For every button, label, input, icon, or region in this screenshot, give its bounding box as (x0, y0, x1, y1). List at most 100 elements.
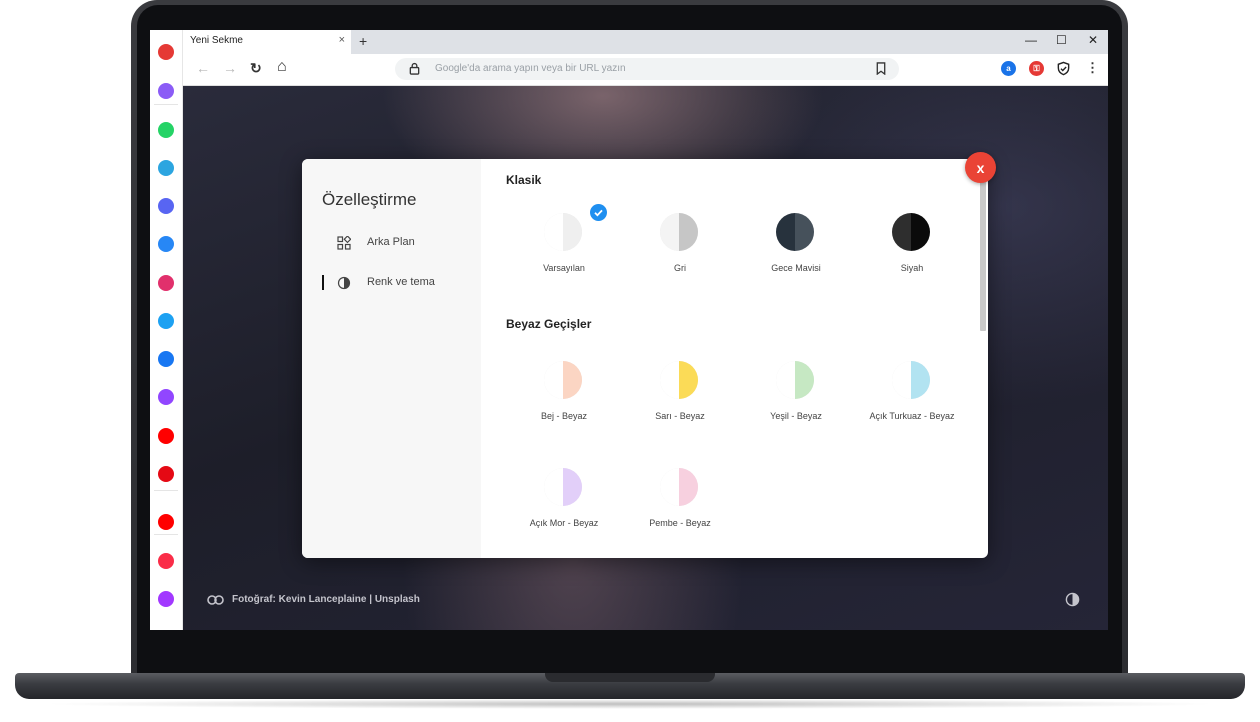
swatch-right-half (911, 361, 930, 399)
swatch-right-half (563, 361, 582, 399)
theme-swatch (776, 361, 814, 399)
theme-option-label: Yeşil - Beyaz (770, 411, 822, 421)
instagram-icon[interactable] (158, 275, 174, 291)
theme-option[interactable]: Varsayılan (506, 204, 622, 283)
twitter-icon[interactable] (158, 313, 174, 329)
theme-option-label: Sarı - Beyaz (655, 411, 705, 421)
theme-option[interactable]: Açık Mor - Beyaz (506, 468, 622, 538)
swatch-left-half (544, 213, 563, 251)
theme-swatch (544, 361, 582, 399)
apple-music-icon[interactable] (158, 553, 174, 569)
dialog-title: Özelleştirme (322, 190, 417, 209)
bookmark-icon[interactable] (875, 62, 887, 75)
theme-swatch (660, 213, 698, 251)
photo-credit-text: Fotoğraf: Kevin Lanceplaine | Unsplash (232, 594, 420, 605)
photo-credit[interactable]: Fotoğraf: Kevin Lanceplaine | Unsplash (207, 594, 420, 605)
theme-option[interactable]: Gece Mavisi (738, 213, 854, 283)
lock-icon (409, 62, 420, 75)
shield-extension-icon[interactable] (1056, 61, 1071, 76)
swatch-right-half (795, 213, 814, 251)
theme-option[interactable]: Bej - Beyaz (506, 361, 622, 431)
theme-option-label: Gri (674, 263, 686, 273)
theme-swatch (660, 361, 698, 399)
tab-title: Yeni Sekme (190, 35, 243, 46)
theme-option-label: Siyah (900, 263, 924, 273)
theme-swatch (660, 468, 698, 506)
sidebar-divider (154, 534, 178, 535)
customize-sidebar: Özelleştirme Arka Plan Renk ve tema (302, 159, 481, 558)
messenger-icon[interactable] (158, 83, 174, 99)
theme-option[interactable]: Açık Turkuaz - Beyaz (854, 361, 970, 431)
selected-check-icon (590, 204, 607, 221)
password-extension-icon[interactable]: ⚿ (1029, 61, 1044, 76)
app-sidebar (150, 30, 183, 630)
swatch-left-half (660, 468, 679, 506)
swatch-right-half (679, 468, 698, 506)
theme-option[interactable]: Gri (622, 213, 738, 283)
scrollbar[interactable] (980, 181, 986, 331)
tab-bar: Yeni Sekme × + — ☐ ✕ (183, 30, 1108, 54)
minimize-button[interactable]: — (1025, 33, 1037, 47)
youtube-icon[interactable] (158, 428, 174, 444)
theme-option[interactable]: Pembe - Beyaz (622, 468, 738, 538)
reload-button[interactable]: ↻ (250, 60, 262, 77)
menu-item-color-theme[interactable]: Renk ve tema (322, 272, 481, 294)
customize-dialog: Özelleştirme Arka Plan Renk ve tema Klas… (302, 159, 988, 558)
swatch-right-half (679, 213, 698, 251)
theme-option-label: Pembe - Beyaz (649, 518, 711, 528)
grid-icon (337, 236, 351, 250)
theme-option[interactable]: Siyah (854, 213, 970, 283)
tab-new-tab[interactable]: Yeni Sekme × (183, 30, 351, 54)
theme-option[interactable]: Yeşil - Beyaz (738, 361, 854, 431)
theme-option[interactable]: Sarı - Beyaz (622, 361, 738, 431)
theme-contrast-icon[interactable] (1065, 592, 1080, 607)
sidebar-divider (154, 490, 178, 491)
app-logo-icon[interactable] (158, 44, 174, 60)
swatch-right-half (563, 213, 582, 251)
section-title: Beyaz Geçişler (506, 317, 592, 331)
telegram-icon[interactable] (158, 160, 174, 176)
theme-option-label: Varsayılan (543, 263, 585, 273)
swatch-left-half (544, 468, 563, 506)
translate-extension-icon[interactable]: a (1001, 61, 1016, 76)
swatch-left-half (892, 361, 911, 399)
back-button[interactable]: ← (196, 60, 210, 76)
dialog-close-button[interactable]: x (965, 152, 996, 183)
theme-option-label: Bej - Beyaz (540, 411, 588, 421)
deezer-icon[interactable] (158, 591, 174, 607)
menu-item-background[interactable]: Arka Plan (322, 232, 481, 254)
twitch-icon[interactable] (158, 389, 174, 405)
browser-toolbar: ← → ↻ ⌂ Google'da arama yapın veya bir U… (183, 54, 1108, 86)
new-tab-button[interactable]: + (359, 33, 367, 49)
facebook-icon[interactable] (158, 351, 174, 367)
youtube-music-icon[interactable] (158, 514, 174, 530)
swatch-left-half (776, 213, 795, 251)
maximize-button[interactable]: ☐ (1056, 33, 1067, 47)
theme-option-label: Gece Mavisi (771, 263, 821, 273)
browser-screen: Yeni Sekme × + — ☐ ✕ ← → ↻ ⌂ Google'da a… (150, 30, 1108, 630)
netflix-icon[interactable] (158, 466, 174, 482)
menu-item-label: Renk ve tema (367, 276, 435, 288)
theme-swatch (892, 213, 930, 251)
window-close-button[interactable]: ✕ (1088, 33, 1098, 47)
theme-options: Klasik Varsayılan Gri Gece Mavisi Siyah Beyaz… (481, 159, 988, 558)
vk-icon[interactable] (158, 236, 174, 252)
home-button[interactable]: ⌂ (277, 58, 287, 76)
tab-close-icon[interactable]: × (339, 34, 345, 46)
swatch-left-half (892, 213, 911, 251)
whatsapp-icon[interactable] (158, 122, 174, 138)
discord-icon[interactable] (158, 198, 174, 214)
sidebar-divider (154, 104, 178, 105)
swatch-left-half (776, 361, 795, 399)
laptop-shadow (40, 699, 1220, 709)
theme-option-label: Açık Turkuaz - Beyaz (869, 411, 955, 421)
browser-menu-button[interactable]: ⋮ (1086, 60, 1099, 76)
swatch-right-half (679, 361, 698, 399)
theme-option-label: Açık Mor - Beyaz (529, 518, 599, 528)
laptop-notch (545, 673, 715, 682)
address-bar[interactable]: Google'da arama yapın veya bir URL yazın (395, 58, 899, 80)
theme-swatch (892, 361, 930, 399)
forward-button[interactable]: → (223, 60, 237, 76)
swatch-right-half (563, 468, 582, 506)
address-placeholder: Google'da arama yapın veya bir URL yazın (435, 63, 626, 74)
